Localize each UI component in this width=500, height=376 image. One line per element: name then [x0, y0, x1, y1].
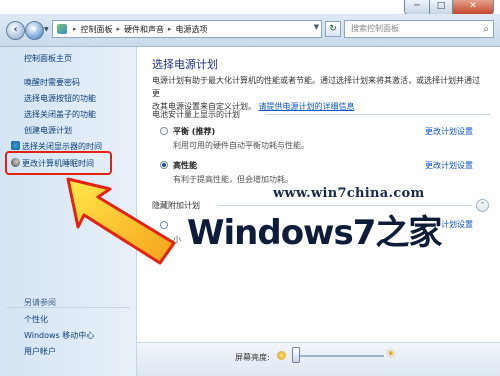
search-input[interactable]: 搜索控制面板 ⌕: [344, 20, 494, 38]
watermark-url: www.win7china.com: [273, 186, 425, 201]
page-title: 选择电源计划: [152, 58, 218, 71]
sidebar-item-power-button[interactable]: 选择电源按钮的功能: [24, 93, 96, 104]
search-placeholder: 搜索控制面板: [351, 24, 399, 33]
forward-button[interactable]: ›: [25, 21, 44, 40]
brightness-slider-thumb[interactable]: [292, 347, 300, 363]
breadcrumb-power-options[interactable]: 电源选项: [176, 24, 208, 35]
plan-details-link[interactable]: 请提供电源计划的详细信息: [259, 102, 355, 111]
close-button[interactable]: ✕: [453, 0, 494, 15]
breadcrumb-control-panel[interactable]: 控制面板: [81, 24, 113, 35]
page-description: 电源计划有助于最大化计算机的性能或者节能。通过选择计划来将其激活，或选择计划并通…: [152, 74, 482, 113]
collapse-chevron-icon[interactable]: ⌃: [476, 199, 489, 212]
breadcrumb-separator-icon[interactable]: ▸: [117, 25, 121, 33]
see-also-personalize[interactable]: 个性化: [24, 314, 48, 325]
address-dropdown-icon[interactable]: ▼: [314, 23, 319, 31]
brightness-bar: 屏幕亮度: ☀: [137, 342, 500, 376]
highlight-box: [5, 151, 112, 175]
control-panel-icon: [57, 24, 67, 34]
recent-pages-chevron-icon[interactable]: ▼: [44, 26, 49, 33]
plan-balanced-radio[interactable]: [160, 127, 168, 135]
brightness-label: 屏幕亮度:: [235, 353, 270, 362]
plan-balanced-desc: 利用可用的硬件自动平衡功耗与性能。: [173, 141, 309, 150]
brightness-low-icon: [277, 351, 286, 360]
display-shield-icon: [11, 141, 20, 150]
brightness-slider-track[interactable]: [294, 355, 384, 357]
plan-high-performance-desc: 有利于提高性能，但会增加功耗。: [173, 175, 293, 184]
breadcrumb-hardware-sound[interactable]: 硬件和声音: [124, 24, 164, 35]
divider: [265, 114, 490, 115]
plan-balanced-settings-link[interactable]: 更改计划设置: [425, 126, 473, 137]
sidebar-item-wake-password[interactable]: 唤醒时需要密码: [24, 77, 80, 88]
plan-high-performance-settings-link[interactable]: 更改计划设置: [425, 160, 473, 171]
sidebar-item-create-plan[interactable]: 创建电源计划: [24, 125, 72, 136]
back-button[interactable]: ‹: [6, 21, 25, 40]
plan-high-performance-name[interactable]: 高性能: [173, 160, 197, 171]
minimize-button[interactable]: ─: [404, 0, 430, 15]
breadcrumb-separator-icon[interactable]: ▸: [168, 25, 172, 33]
description-line-1: 电源计划有助于最大化计算机的性能或者节能。通过选择计划来将其激活，或选择计划并通…: [152, 76, 480, 98]
brightness-high-icon: ☀: [385, 347, 397, 362]
sidebar-item-lid-close[interactable]: 选择关闭盖子的功能: [24, 109, 96, 120]
see-also-title: 另请参阅: [24, 298, 56, 307]
power-options-window: ─ □ ✕ ‹ › ▼ ▸ 控制面板 ▸ 硬件和声音 ▸ 电源选项 ▼ ↻ 搜索…: [0, 0, 500, 376]
breadcrumb-separator-icon[interactable]: ▸: [73, 25, 77, 33]
sidebar-item-label: 选择关闭显示器的时间: [22, 142, 102, 151]
plan-high-performance-radio[interactable]: [160, 161, 168, 169]
annotation-arrow-icon: [66, 177, 176, 265]
maximize-button[interactable]: □: [430, 0, 453, 15]
section-battery-plans: 电池安计量上显示的计划: [152, 110, 240, 119]
see-also-user-accounts[interactable]: 用户帐户: [24, 346, 56, 357]
search-icon[interactable]: ⌕: [483, 22, 489, 38]
watermark-logo: Windows7之家: [187, 213, 442, 253]
address-bar[interactable]: ▸ 控制面板 ▸ 硬件和声音 ▸ 电源选项 ▼: [52, 20, 322, 38]
caption-buttons: ─ □ ✕: [404, 0, 494, 15]
sidebar-home-link[interactable]: 控制面板主页: [24, 53, 72, 64]
address-toolbar: ‹ › ▼ ▸ 控制面板 ▸ 硬件和声音 ▸ 电源选项 ▼ ↻ 搜索控制面板 ⌕: [0, 14, 500, 47]
plan-balanced-name[interactable]: 平衡 (推荐): [173, 126, 215, 137]
refresh-button[interactable]: ↻: [325, 21, 341, 37]
see-also-mobility-center[interactable]: Windows 移动中心: [24, 330, 94, 341]
